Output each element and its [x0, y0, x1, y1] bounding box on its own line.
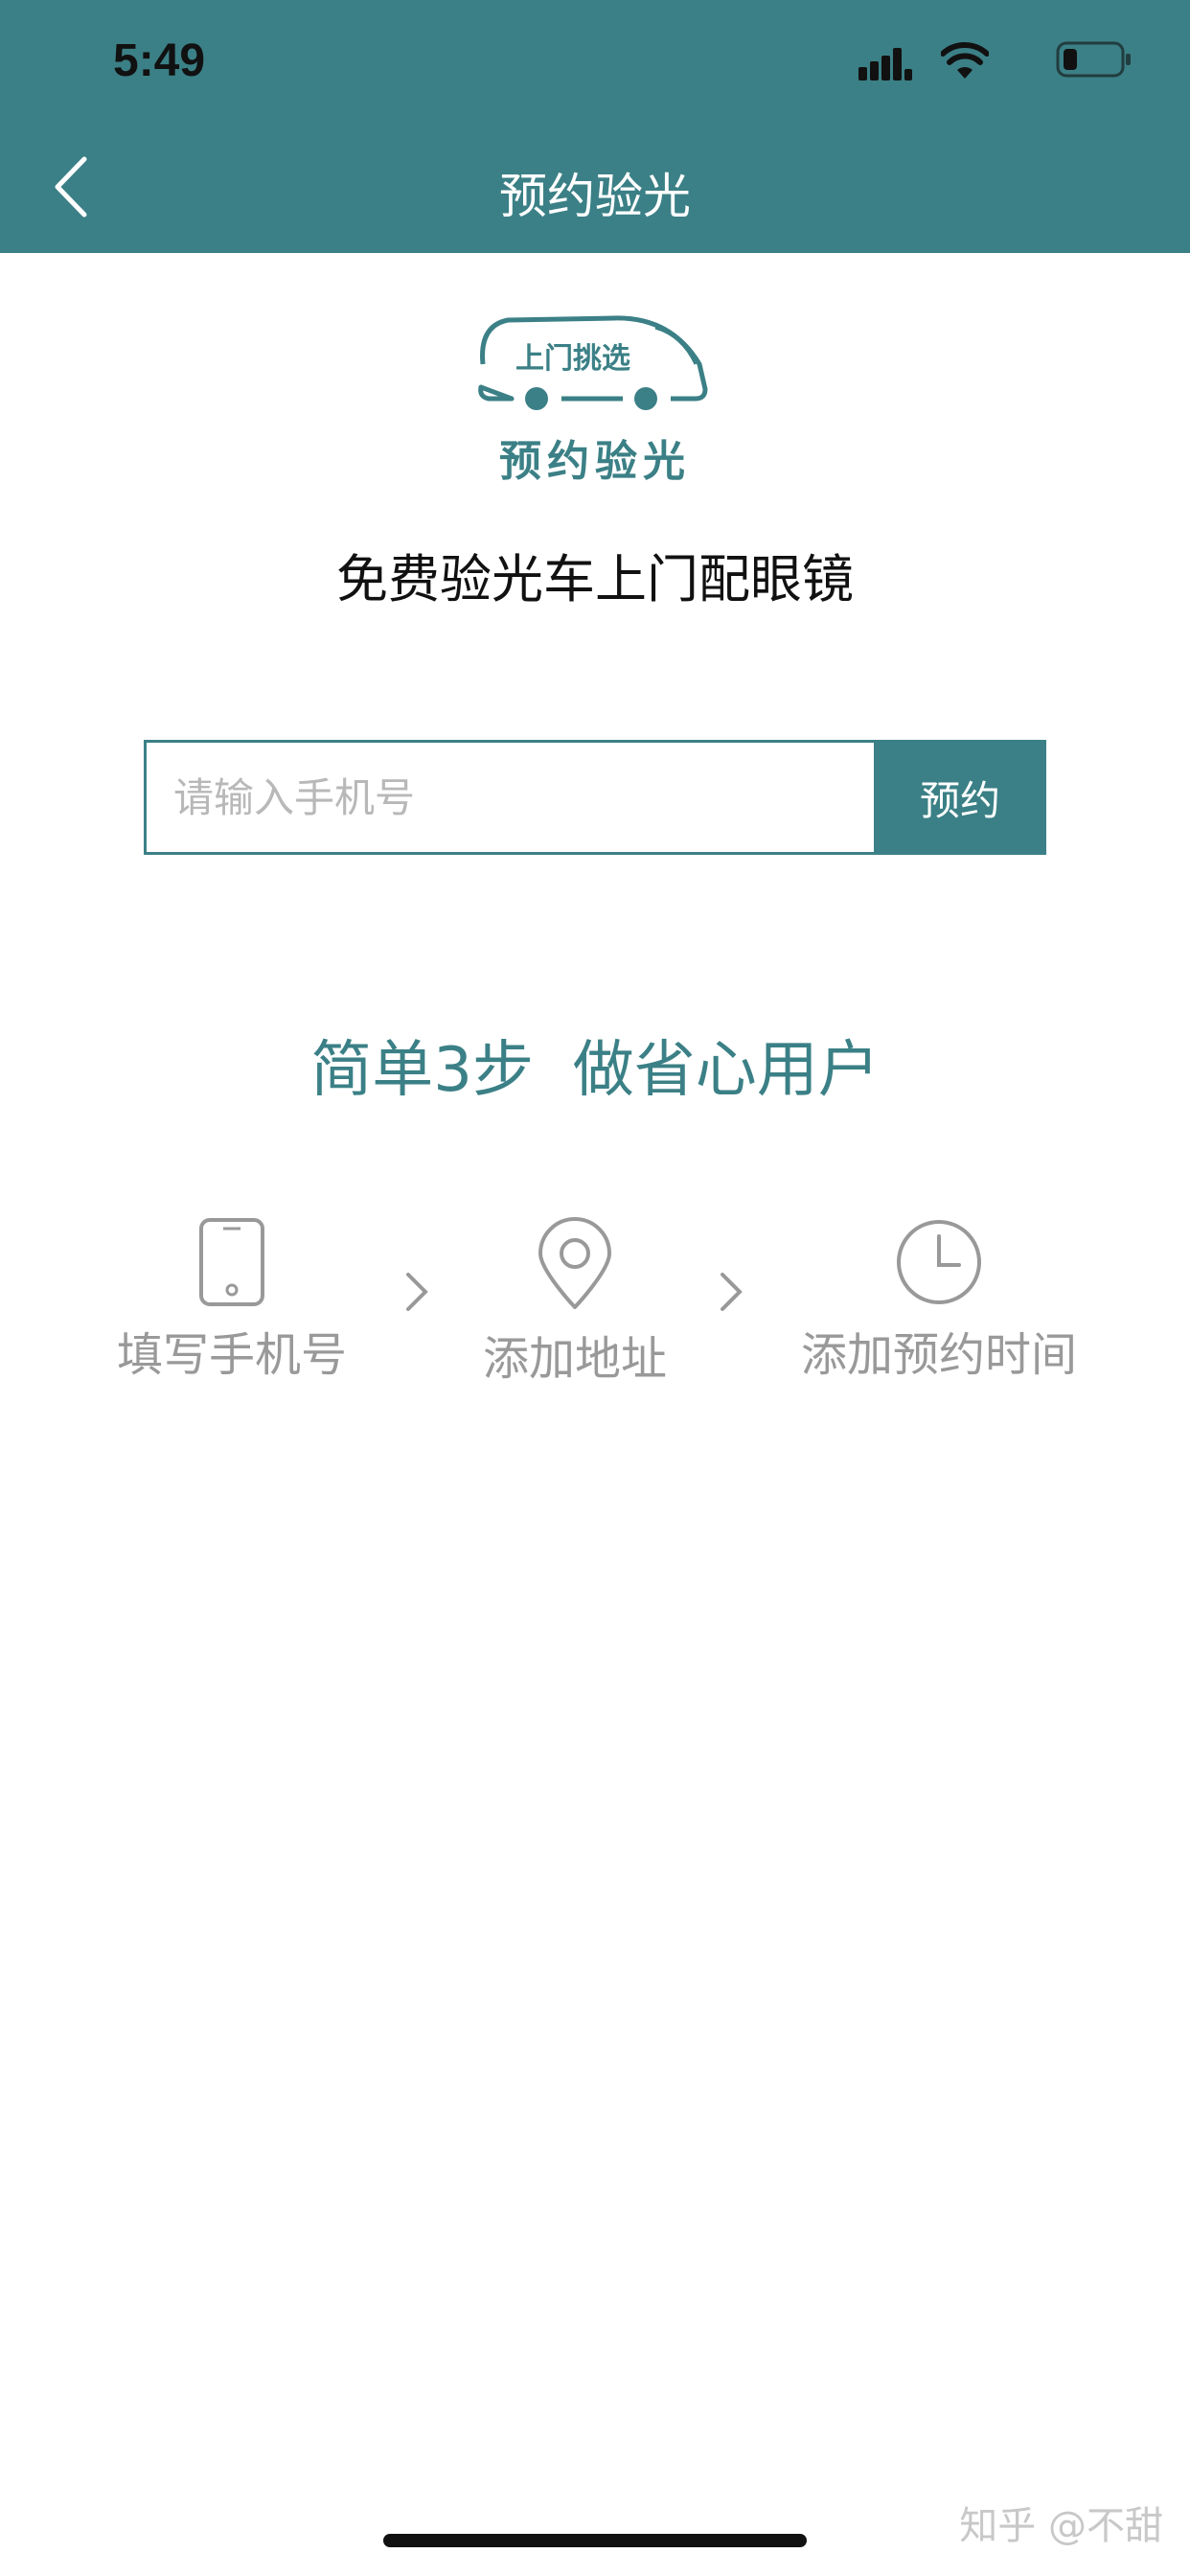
logo-text: 预约验光: [499, 437, 691, 486]
step-fill-phone: 填写手机号: [115, 1217, 349, 1384]
status-time: 5:49: [113, 35, 206, 86]
steps-headline: 简单3步 做省心用户: [310, 1035, 880, 1106]
wifi-icon: [941, 42, 989, 79]
watermark: 知乎 @不甜: [959, 2504, 1163, 2548]
signal-icon: [858, 48, 912, 80]
clock-icon: [897, 1220, 981, 1304]
step-add-address: 添加地址: [469, 1217, 680, 1388]
status-icons: [845, 40, 1133, 88]
step-label: 填写手机号: [116, 1328, 347, 1382]
chevron-right-icon: [721, 1273, 743, 1311]
header: 5:49 预约验光: [0, 0, 1190, 253]
reserve-button[interactable]: 预约: [874, 740, 1046, 855]
step-label: 添加预约时间: [800, 1328, 1077, 1382]
location-pin-icon: [538, 1217, 611, 1309]
phone-icon: [199, 1218, 264, 1306]
step-label: 添加地址: [482, 1332, 667, 1386]
phone-input[interactable]: [144, 740, 874, 855]
tagline: 免费验光车上门配眼镜: [336, 549, 854, 610]
step-add-time: 添加预约时间: [786, 1217, 1092, 1384]
chevron-right-icon: [406, 1273, 428, 1311]
home-indicator[interactable]: [383, 2534, 807, 2547]
page-title: 预约验光: [499, 169, 691, 224]
screen: 5:49 预约验光 上门挑选 预约验光 免费验光车上门配眼镜 请输入手机号 预约…: [0, 0, 1190, 2576]
logo-badge-text: 上门挑选: [515, 342, 630, 376]
battery-icon: [1056, 41, 1131, 78]
reserve-form: 预约: [144, 740, 1046, 855]
